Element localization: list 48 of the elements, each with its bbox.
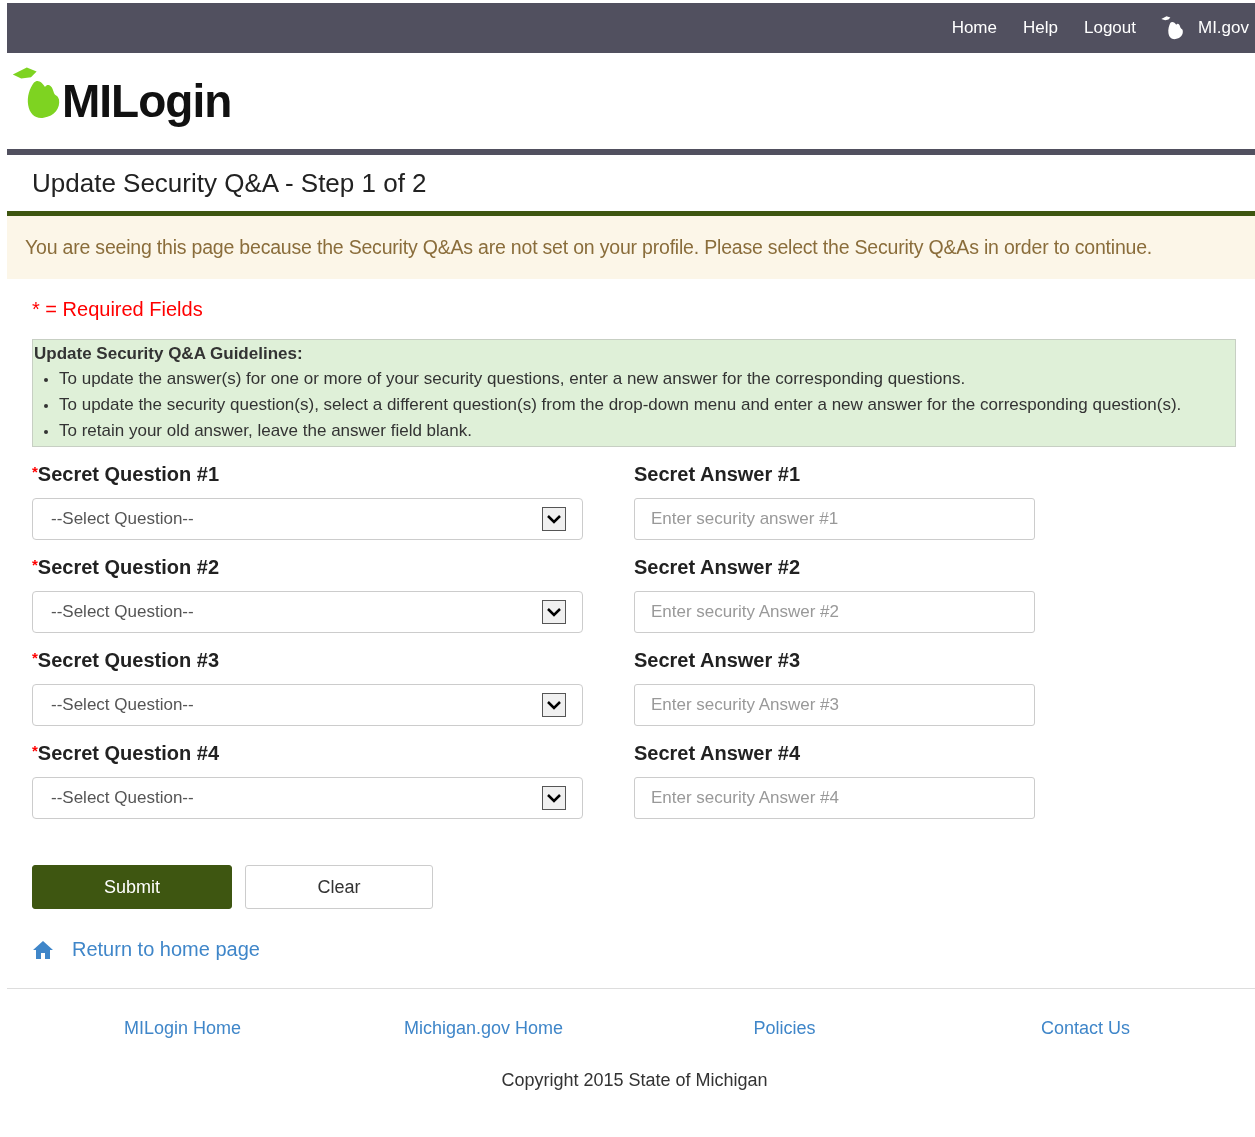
required-mark: * [32,649,38,666]
answer-label: Secret Answer #3 [634,649,800,671]
state-link[interactable]: MI.gov [1159,11,1249,45]
dropdown-caret-icon [542,600,566,624]
guideline-text: To retain your old answer, leave the answer field blank. [59,420,472,442]
guidelines-title: Update Security Q&A Guidelines: [34,343,304,365]
answer-label: Secret Answer #4 [634,742,800,764]
question-label: Secret Question #3 [37,649,220,671]
question-dropdown[interactable]: --Select Question-- [32,498,583,540]
clear-button[interactable]: Clear [245,865,433,909]
question-label: Secret Question #1 [37,463,220,485]
footer-link[interactable]: Michigan.gov Home [403,1018,564,1038]
required-mark: * [32,463,38,480]
bullet-icon [44,404,48,408]
copyright-text: Copyright 2015 State of Michigan [500,1070,769,1091]
return-home-link[interactable]: Return to home page [72,938,260,961]
required-mark: * [32,742,38,759]
answer-field[interactable]: Enter security Answer #4 [634,777,1035,819]
question-dropdown[interactable]: --Select Question-- [32,777,583,819]
notice-banner: You are seeing this page because the Security Q&As are not set on your profile. Please select the Security Q&As in order to continue. [7,216,1255,279]
footer-link[interactable]: Contact Us [1040,1018,1130,1038]
nav-link[interactable]: Home [951,18,997,38]
question-label: Secret Question #2 [37,556,220,578]
question-dropdown[interactable]: --Select Question-- [32,591,583,633]
dropdown-caret-icon [542,786,566,810]
question-dropdown[interactable]: --Select Question-- [32,684,583,726]
answer-label: Secret Answer #2 [634,556,800,578]
footer-link[interactable]: MILogin Home [123,1018,242,1038]
guideline-text: To update the answer(s) for one or more of your security questions, enter a new answer for the corresponding questions. [59,368,966,390]
dropdown-caret-icon [542,507,566,531]
guideline-text: To update the security question(s), select a different question(s) from the drop-down menu and enter a new answer for the corresponding question(s). [59,394,1182,416]
answer-field[interactable]: Enter security Answer #2 [634,591,1035,633]
page-title: Update Security Q&A - Step 1 of 2 [31,166,428,200]
nav-link[interactable]: Help [1023,18,1058,38]
answer-field[interactable]: Enter security answer #1 [634,498,1035,540]
submit-button[interactable]: Submit [32,865,232,909]
required-mark: * [32,556,38,573]
home-icon [32,939,54,960]
bullet-icon [44,378,48,382]
footer-link[interactable]: Policies [753,1018,816,1038]
answer-label: Secret Answer #1 [634,463,800,485]
required-note: * = Required Fields [32,298,204,321]
logo-text: MILogin [62,74,232,128]
question-label: Secret Question #4 [37,742,220,764]
nav-link[interactable]: Logout [1083,18,1136,38]
bullet-icon [44,430,48,434]
answer-field[interactable]: Enter security Answer #3 [634,684,1035,726]
dropdown-caret-icon [542,693,566,717]
